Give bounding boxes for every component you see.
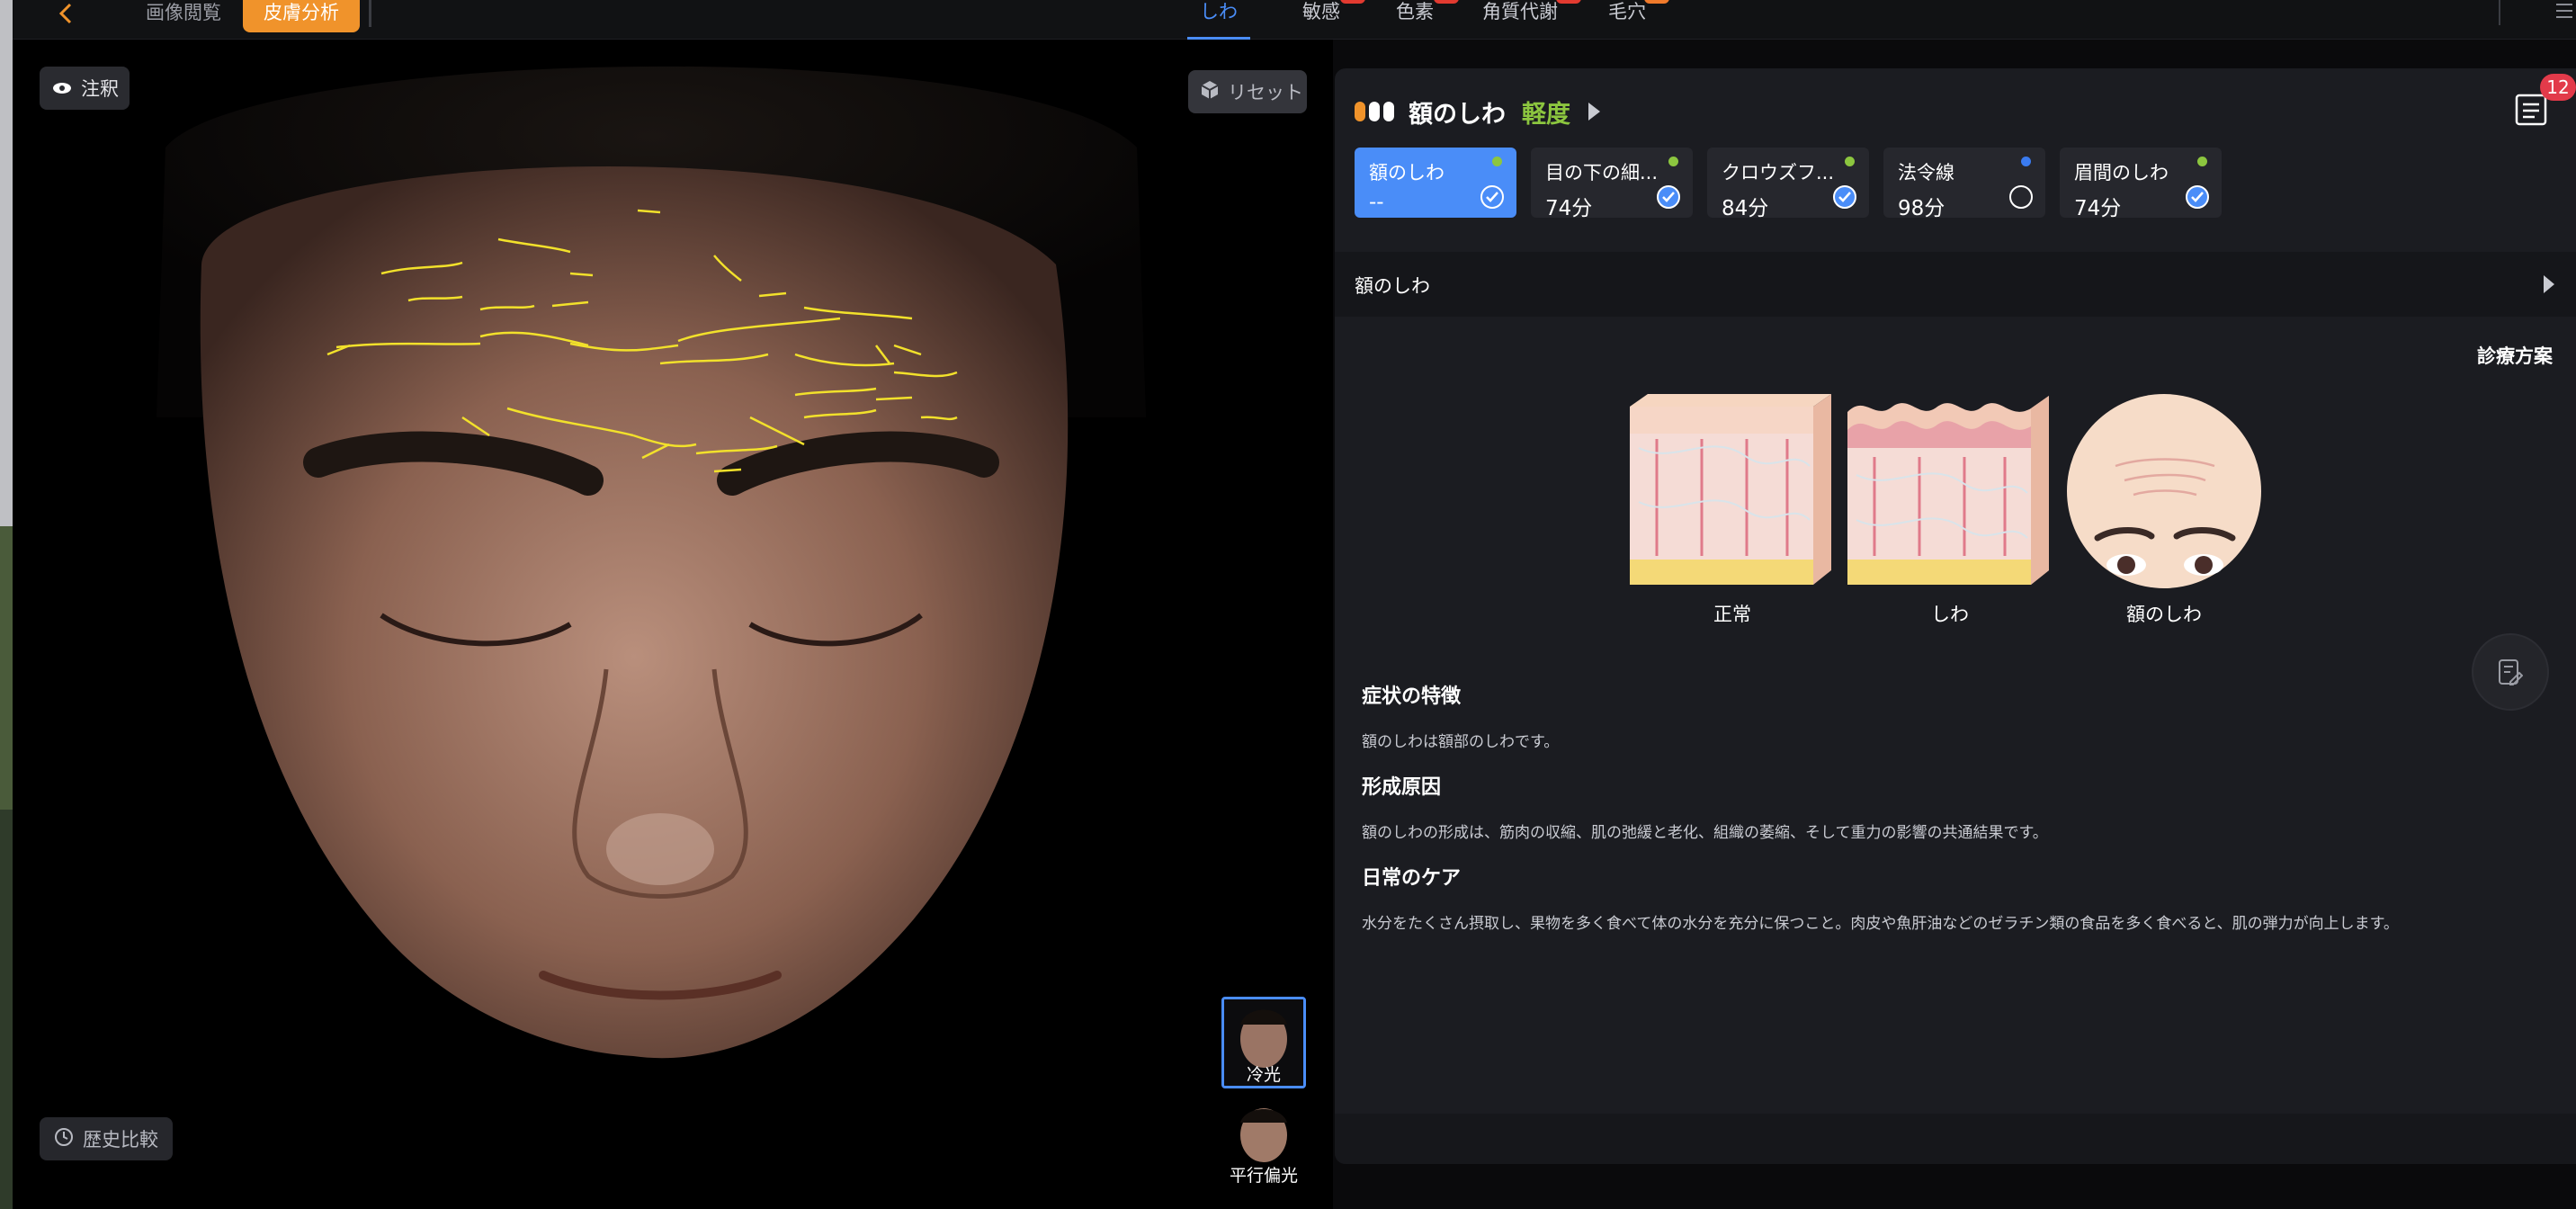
illustration-label: 額のしわ (2126, 604, 2202, 625)
category-tab-label: 色素 (1396, 1, 1434, 22)
category-tab-wrinkles[interactable]: しわ (1187, 0, 1250, 40)
face-image-viewer[interactable]: 注釈 リセット 歴史比較 冷光 平行偏光 (13, 40, 1333, 1209)
category-tab-label: 毛穴 (1608, 1, 1646, 22)
thumbnail-cold-light[interactable]: 冷光 (1221, 997, 1307, 1088)
category-tab-pigment[interactable]: 色素 (1383, 0, 1459, 40)
category-tab-keratin[interactable]: 角質代謝 (1475, 0, 1581, 40)
treatment-plan-link[interactable]: 診療方案 (2477, 342, 2553, 369)
status-dot (2021, 157, 2031, 166)
analysis-panel: 額のしわ 軽度 12 額のしわ -- 目の下の細... 74分 クロウズフ...… (1335, 68, 2576, 1164)
desktop-background-edge (0, 0, 13, 1209)
thumbnail-parallel-polarized[interactable]: 平行偏光 (1221, 1103, 1307, 1186)
section-title: 額のしわ (1355, 275, 1430, 297)
card-name: 眉間のしわ (2074, 162, 2169, 184)
face-photo (157, 66, 1146, 1059)
category-tab-pores[interactable]: 毛穴 (1596, 0, 1669, 40)
card-name: 法令線 (1898, 162, 1954, 184)
cause-text: 額のしわの形成は、筋肉の収縮、肌の弛緩と老化、組織の萎縮、そして重力の影響の共通… (1362, 824, 2048, 842)
category-badge (1644, 0, 1669, 4)
check-icon[interactable] (1833, 185, 1856, 209)
thumbnail-label: 冷光 (1246, 1065, 1281, 1085)
reset-label: リセット (1228, 82, 1303, 103)
annotation-label: 注釈 (81, 78, 119, 100)
panel-header: 額のしわ 軽度 (1355, 94, 1600, 130)
back-button[interactable] (49, 0, 85, 27)
card-glabellar-lines[interactable]: 眉間のしわ 74分 (2060, 148, 2222, 220)
app-window: 画像閲覧 皮膚分析 しわ 敏感 色素 角質代謝 毛穴 注釈 リセット 歴史比較 … (0, 0, 2576, 1209)
report-count-badge: 12 (2540, 74, 2576, 101)
card-under-eye-lines[interactable]: 目の下の細... 74分 (1531, 148, 1693, 220)
chevron-left-icon (58, 3, 72, 24)
illustration-normal-skin: 正常 (1630, 394, 1835, 627)
region-title: 額のしわ (1409, 100, 1506, 129)
top-divider (369, 0, 371, 27)
care-title: 日常のケア (1362, 867, 1462, 890)
play-icon[interactable] (1588, 103, 1600, 121)
illustration-label: しわ (1931, 604, 1969, 625)
category-badge (1434, 0, 1459, 4)
category-badge (1556, 0, 1581, 4)
illustration-label: 正常 (1713, 604, 1751, 625)
top-bar: 画像閲覧 皮膚分析 しわ 敏感 色素 角質代謝 毛穴 (13, 0, 2576, 40)
skin-cube-normal-image (1630, 394, 1831, 585)
status-dot (2197, 157, 2207, 166)
thumbnail-image (1221, 1103, 1306, 1162)
menu-icon[interactable] (2553, 0, 2576, 25)
clock-icon (54, 1127, 74, 1151)
skin-cube-wrinkled-image (1847, 396, 2049, 585)
check-icon[interactable] (1657, 185, 1680, 209)
reset-button[interactable]: リセット (1188, 70, 1307, 113)
symptom-text: 額のしわは額部のしわです。 (1362, 733, 1560, 751)
thumbnail-label: 平行偏光 (1229, 1166, 1298, 1186)
history-compare-label: 歴史比較 (83, 1129, 158, 1151)
card-name: 額のしわ (1369, 162, 1445, 184)
annotation-toggle[interactable]: 注釈 (40, 67, 130, 110)
symptom-title: 症状の特徴 (1362, 685, 1462, 708)
tab-skin-analysis[interactable]: 皮膚分析 (243, 0, 360, 32)
status-dot (1668, 157, 1678, 166)
card-name: クロウズフ... (1722, 162, 1835, 184)
illustration-wrinkled-skin: しわ (1847, 394, 2053, 627)
check-icon[interactable] (2186, 185, 2209, 209)
card-forehead-wrinkles[interactable]: 額のしわ -- (1355, 148, 1516, 218)
forehead-wrinkles-face-image (2067, 394, 2261, 588)
card-nasolabial-folds[interactable]: 法令線 98分 (1883, 148, 2045, 220)
cube-icon (1201, 80, 1219, 104)
chevron-right-icon (2544, 275, 2554, 293)
category-tab-label: 角質代謝 (1482, 1, 1558, 22)
panel-footer (1335, 1114, 2576, 1164)
card-crows-feet[interactable]: クロウズフ... 84分 (1707, 148, 1869, 220)
sub-item-cards: 額のしわ -- 目の下の細... 74分 クロウズフ... 84分 法令線 98… (1355, 148, 2222, 220)
illustration-forehead-wrinkles: 額のしわ (2062, 394, 2267, 627)
history-compare-button[interactable]: 歴史比較 (40, 1117, 173, 1160)
severity-dots (1355, 102, 1394, 121)
status-dot (1845, 157, 1855, 166)
card-name: 目の下の細... (1545, 162, 1659, 184)
category-badge (1340, 0, 1365, 4)
section-header[interactable]: 額のしわ (1335, 252, 2576, 317)
status-dot (1492, 157, 1502, 166)
list-icon (2515, 94, 2547, 126)
top-divider-right (2499, 0, 2500, 25)
severity-label: 軽度 (1522, 100, 1570, 129)
category-tab-sensitivity[interactable]: 敏感 (1290, 0, 1365, 40)
cause-title: 形成原因 (1362, 776, 1442, 799)
diagnosis-info: 症状の特徴 額のしわは額部のしわです。 形成原因 額のしわの形成は、筋肉の収縮、… (1362, 680, 2531, 953)
check-icon[interactable] (1480, 185, 1504, 209)
check-circle-empty-icon[interactable] (2009, 185, 2033, 209)
tab-image-browse[interactable]: 画像閲覧 (130, 0, 237, 32)
eye-icon (52, 77, 72, 99)
care-text: 水分をたくさん摂取し、果物を多く食べて体の水分を充分に保つこと。肉皮や魚肝油など… (1362, 915, 2399, 933)
category-tab-label: 敏感 (1302, 1, 1340, 22)
